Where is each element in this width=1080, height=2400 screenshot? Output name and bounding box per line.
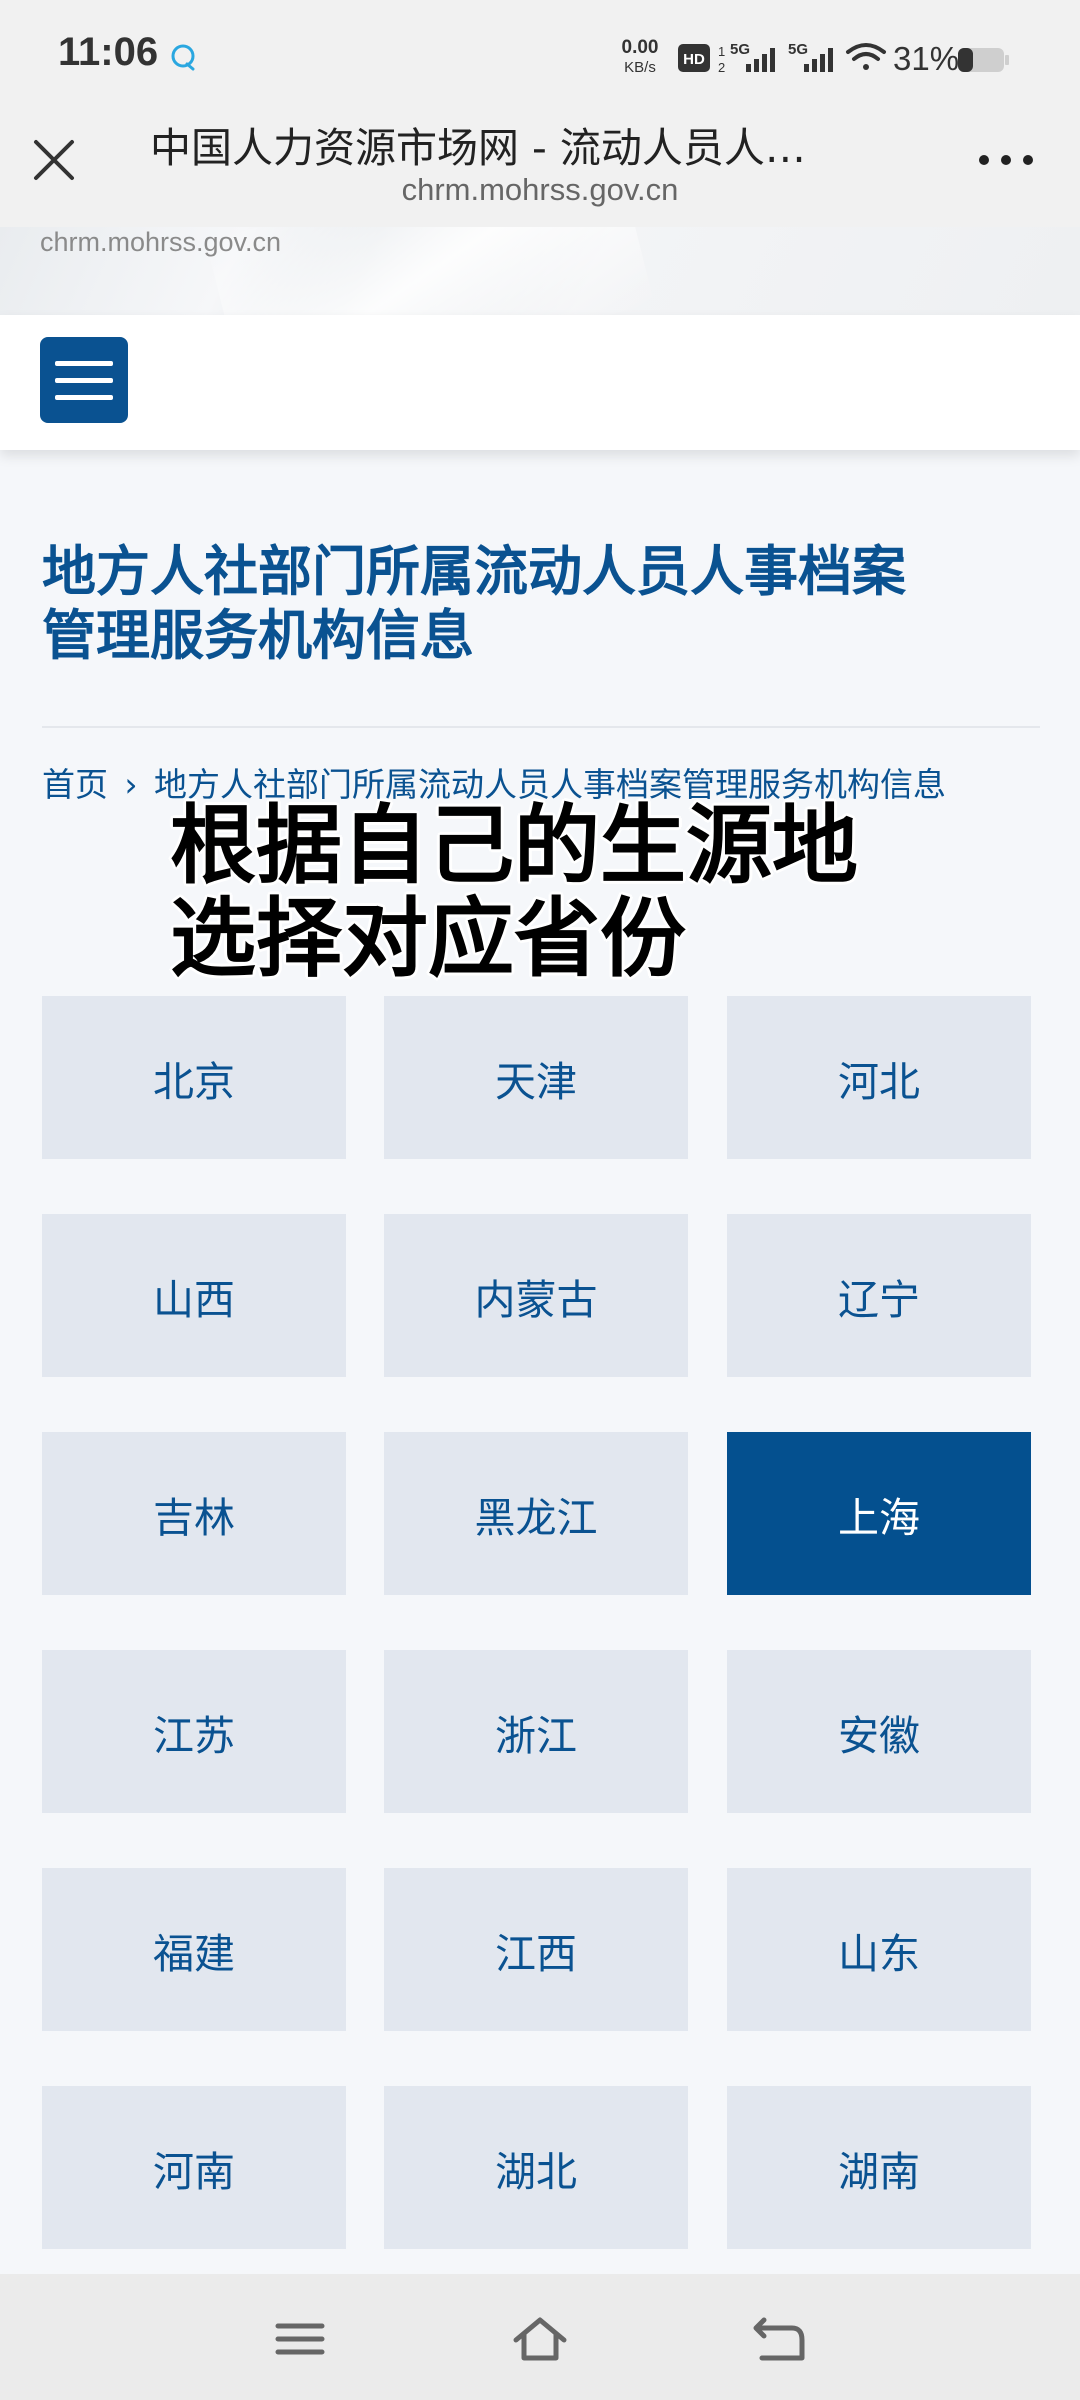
more-options-icon[interactable] xyxy=(976,150,1036,170)
system-nav-bar xyxy=(0,2274,1080,2400)
site-nav-bar xyxy=(0,315,1080,450)
page-heading: 地方人社部门所属流动人员人事档案 管理服务机构信息 xyxy=(42,540,906,667)
province-button[interactable]: 湖南 xyxy=(727,2086,1031,2249)
province-button[interactable]: 内蒙古 xyxy=(384,1214,688,1377)
svg-text:HD: HD xyxy=(683,51,705,68)
site-banner: chrm.mohrss.gov.cn xyxy=(0,227,1080,315)
province-button[interactable]: 安徽 xyxy=(727,1650,1031,1813)
browser-header: 中国人力资源市场网 - 流动人员人… chrm.mohrss.gov.cn xyxy=(0,100,1080,227)
svg-text:5G: 5G xyxy=(730,41,750,58)
overlay-caption: 根据自己的生源地 选择对应省份 xyxy=(170,796,858,989)
province-button[interactable]: 河南 xyxy=(42,2086,346,2249)
home-icon[interactable] xyxy=(512,2314,568,2364)
province-button[interactable]: 山西 xyxy=(42,1214,346,1377)
hamburger-icon xyxy=(55,361,113,366)
signal-5g-icon: 5G xyxy=(788,41,833,72)
chevron-right-icon: › xyxy=(124,765,138,804)
province-button[interactable]: 江西 xyxy=(384,1868,688,2031)
province-button[interactable]: 福建 xyxy=(42,1868,346,2031)
province-button[interactable]: 上海 xyxy=(727,1432,1031,1595)
status-time: 11:06 xyxy=(58,30,159,74)
hamburger-menu-button[interactable] xyxy=(40,337,128,423)
breadcrumb-home-link[interactable]: 首页 xyxy=(42,765,108,804)
svg-text:1: 1 xyxy=(718,44,725,59)
signal-5g-icon: 5G xyxy=(730,41,775,72)
wifi-icon xyxy=(846,43,886,70)
battery-icon xyxy=(958,48,1009,72)
province-button[interactable]: 辽宁 xyxy=(727,1214,1031,1377)
province-button[interactable]: 吉林 xyxy=(42,1432,346,1595)
network-speed: 0.00 KB/s xyxy=(621,37,659,77)
province-button[interactable]: 江苏 xyxy=(42,1650,346,1813)
hd-icon: HD 1 2 xyxy=(678,44,725,75)
svg-text:5G: 5G xyxy=(788,41,808,58)
app-notification-icon xyxy=(171,44,195,71)
province-button[interactable]: 山东 xyxy=(727,1868,1031,2031)
province-button[interactable]: 河北 xyxy=(727,996,1031,1159)
status-icons: HD 1 2 5G 5G xyxy=(678,41,1009,75)
province-button[interactable]: 浙江 xyxy=(384,1650,688,1813)
province-button[interactable]: 天津 xyxy=(384,996,688,1159)
status-bar: 11:06 0.00 KB/s HD 1 2 5G 5G 31% xyxy=(0,0,1080,100)
browser-url[interactable]: chrm.mohrss.gov.cn xyxy=(150,172,930,208)
back-icon[interactable] xyxy=(752,2314,808,2364)
banner-url-text: chrm.mohrss.gov.cn xyxy=(40,227,282,257)
province-button[interactable]: 北京 xyxy=(42,996,346,1159)
divider xyxy=(42,726,1040,728)
browser-page-title: 中国人力资源市场网 - 流动人员人… xyxy=(150,124,806,172)
province-button[interactable]: 湖北 xyxy=(384,2086,688,2249)
battery-percent: 31% xyxy=(893,40,960,77)
menu-icon[interactable] xyxy=(272,2314,328,2364)
close-icon[interactable] xyxy=(28,134,80,186)
svg-text:2: 2 xyxy=(718,60,725,75)
province-button[interactable]: 黑龙江 xyxy=(384,1432,688,1595)
